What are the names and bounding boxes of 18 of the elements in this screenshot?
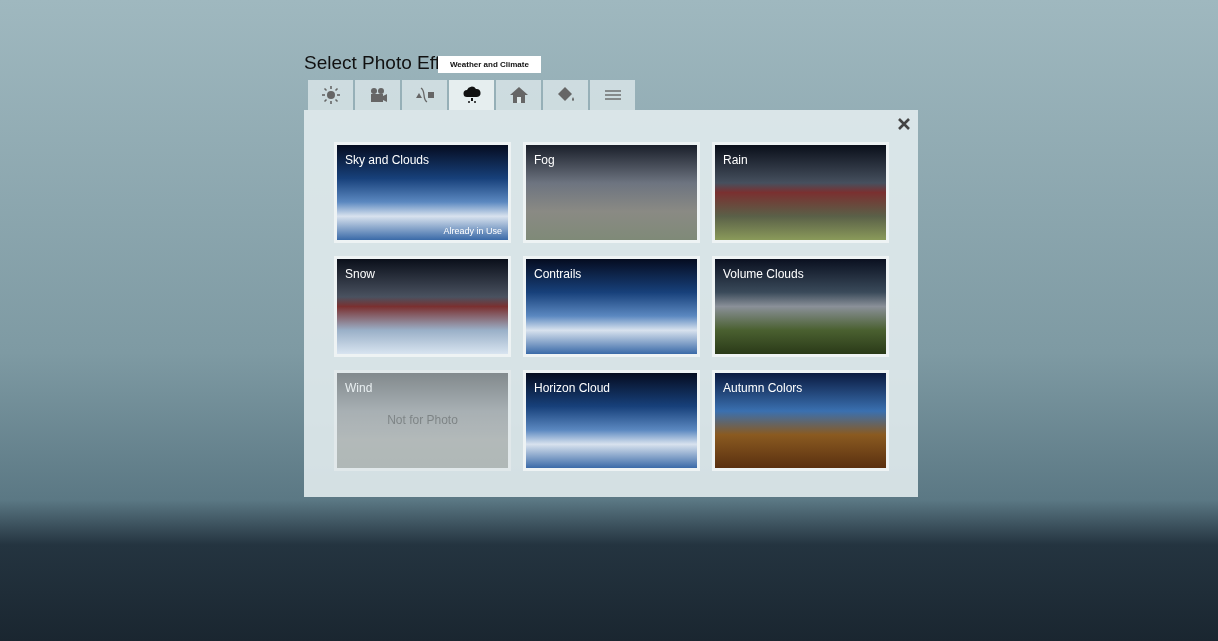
path-icon <box>413 87 436 103</box>
sliders-icon <box>603 88 622 102</box>
effect-category-tab[interactable] <box>449 80 494 110</box>
effect-tile[interactable]: Snow <box>334 256 511 357</box>
tooltip: Weather and Climate <box>437 56 541 73</box>
dialog-title: Select Photo Eff <box>304 51 440 74</box>
rain-cloud-icon <box>462 86 481 104</box>
close-icon <box>898 118 910 130</box>
effect-tile[interactable]: Rain <box>712 142 889 243</box>
effect-tile[interactable]: Horizon Cloud <box>523 370 700 471</box>
effect-tile[interactable]: Autumn Colors <box>712 370 889 471</box>
sun-icon <box>320 85 341 105</box>
effect-tile[interactable]: Contrails <box>523 256 700 357</box>
effect-tile[interactable]: Fog <box>523 142 700 243</box>
effect-tile[interactable]: Sky and Clouds Already in Use <box>334 142 511 243</box>
video-camera-icon <box>368 87 387 103</box>
house-icon <box>508 86 529 104</box>
effect-tile[interactable]: Volume Clouds <box>712 256 889 357</box>
